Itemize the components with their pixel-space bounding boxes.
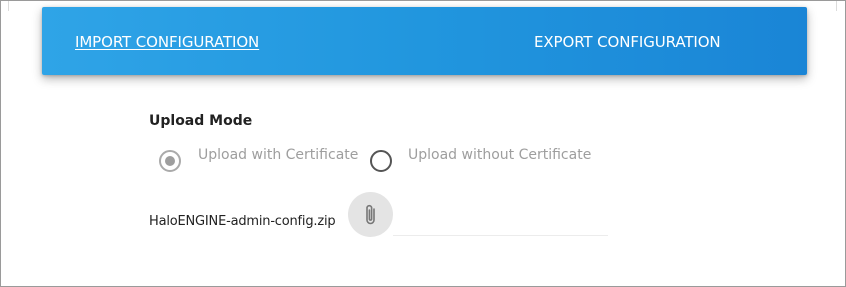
radio-dot [165,156,175,166]
tab-export-configuration[interactable]: EXPORT CONFIGURATION [534,33,721,51]
attach-file-button[interactable] [348,192,393,237]
radio-label-with-certificate: Upload with Certificate [198,147,359,163]
paperclip-icon [365,204,375,224]
radio-selected-icon[interactable] [159,150,181,172]
file-input-underline [393,235,608,236]
selected-file-name: HaloENGINE-admin-config.zip [149,214,336,229]
radio-upload-with-certificate[interactable]: Upload with Certificate [159,147,358,173]
window-frame: IMPORT CONFIGURATION EXPORT CONFIGURATIO… [0,0,846,287]
upload-mode-label: Upload Mode [149,113,253,129]
radio-unselected-icon[interactable] [370,150,392,172]
tab-import-configuration[interactable]: IMPORT CONFIGURATION [75,33,259,51]
radio-upload-without-certificate[interactable]: Upload without Certificate [370,147,591,173]
tab-bar: IMPORT CONFIGURATION EXPORT CONFIGURATIO… [42,7,807,75]
radio-label-without-certificate: Upload without Certificate [408,147,592,163]
